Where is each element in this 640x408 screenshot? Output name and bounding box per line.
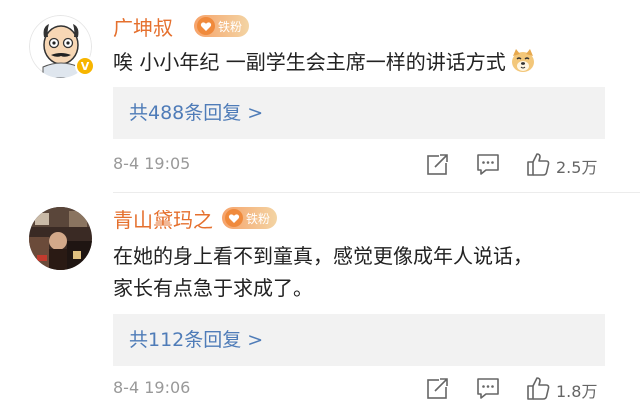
heart-badge-icon	[225, 209, 243, 227]
like-icon[interactable]	[525, 151, 551, 177]
share-icon[interactable]	[425, 375, 451, 401]
comment-item: 青山黛玛之 铁粉 在她的身上看不到童真，感觉更像成年人说话， 家长有点急于求成了…	[0, 192, 640, 408]
fan-badge: 铁粉	[222, 207, 278, 229]
comment-meta: 8-4 19:06 1.8万	[113, 375, 613, 403]
comment-icon[interactable]	[475, 151, 501, 177]
replies-link[interactable]: 共112条回复 >	[113, 314, 605, 366]
username[interactable]: 青山黛玛之	[113, 204, 213, 233]
like-count: 2.5万	[556, 158, 598, 177]
share-icon[interactable]	[425, 151, 451, 177]
username[interactable]: 广坤叔	[113, 12, 173, 41]
comment-icon[interactable]	[475, 375, 501, 401]
fan-badge-label: 铁粉	[218, 19, 243, 34]
fan-badge-label: 铁粉	[246, 211, 271, 226]
comment-meta: 8-4 19:05 2.5万	[113, 151, 613, 179]
comment-text-line: 在她的身上看不到童真，感觉更像成年人说话，	[113, 244, 533, 268]
like-count: 1.8万	[556, 382, 598, 401]
comment-text-content: 唉 小小年纪 一副学生会主席一样的讲话方式	[113, 50, 506, 74]
comment-text: 在她的身上看不到童真，感觉更像成年人说话， 家长有点急于求成了。	[113, 240, 613, 304]
verified-badge: V	[75, 56, 95, 76]
heart-badge-icon	[197, 17, 215, 35]
doge-emoji-icon	[511, 49, 534, 72]
avatar[interactable]	[29, 207, 92, 270]
comment-item: V 广坤叔 铁粉 唉 小小年纪 一副学生会主席一样的讲话方式 共488条回复 >…	[0, 0, 640, 192]
comment-text: 唉 小小年纪 一副学生会主席一样的讲话方式	[113, 46, 613, 78]
timestamp: 8-4 19:06	[113, 378, 191, 397]
timestamp: 8-4 19:05	[113, 154, 191, 173]
replies-link[interactable]: 共488条回复 >	[113, 87, 605, 139]
fan-badge: 铁粉	[194, 15, 250, 37]
comment-text-line: 家长有点急于求成了。	[113, 276, 313, 300]
like-icon[interactable]	[525, 375, 551, 401]
